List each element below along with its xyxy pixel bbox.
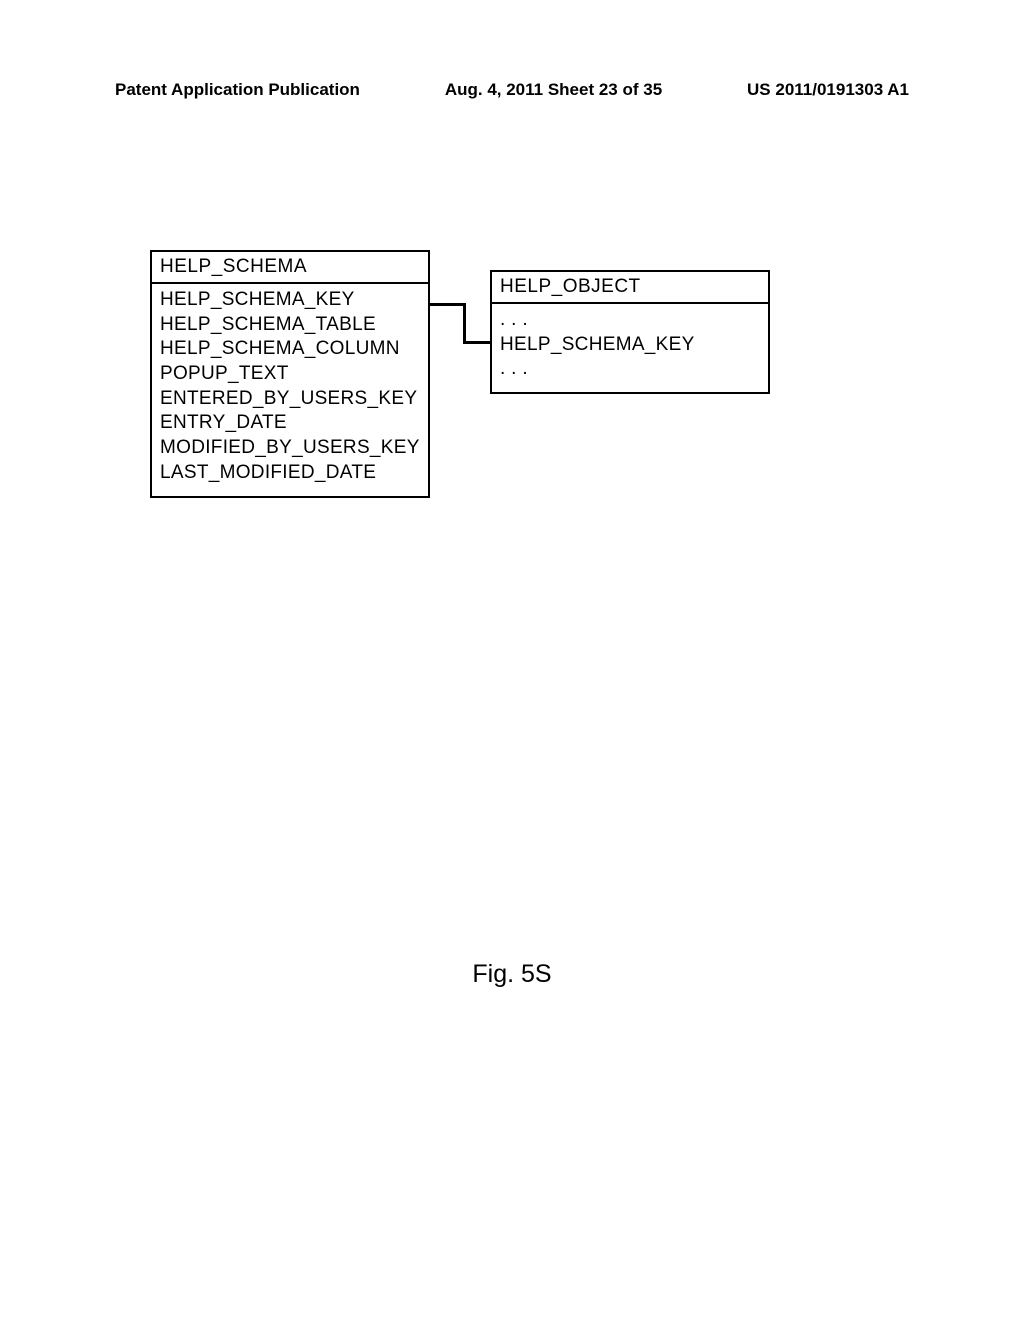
field-row: HELP_SCHEMA_TABLE bbox=[160, 313, 420, 338]
field-row: MODIFIED_BY_USERS_KEY bbox=[160, 436, 420, 461]
connector-segment bbox=[463, 303, 466, 343]
field-row: . . . bbox=[500, 357, 760, 382]
entity-title: HELP_SCHEMA bbox=[152, 252, 428, 284]
entity-fields: HELP_SCHEMA_KEY HELP_SCHEMA_TABLE HELP_S… bbox=[152, 284, 428, 496]
entity-title: HELP_OBJECT bbox=[492, 272, 768, 304]
field-row: HELP_SCHEMA_COLUMN bbox=[160, 337, 420, 362]
connector-segment bbox=[463, 341, 490, 344]
entity-help-schema: HELP_SCHEMA HELP_SCHEMA_KEY HELP_SCHEMA_… bbox=[150, 250, 430, 498]
entity-help-object: HELP_OBJECT . . . HELP_SCHEMA_KEY . . . bbox=[490, 270, 770, 394]
field-row: POPUP_TEXT bbox=[160, 362, 420, 387]
header-publication-number: US 2011/0191303 A1 bbox=[747, 80, 909, 100]
entity-fields: . . . HELP_SCHEMA_KEY . . . bbox=[492, 304, 768, 392]
connector-segment bbox=[430, 303, 465, 306]
figure-label: Fig. 5S bbox=[0, 960, 1024, 989]
field-row: ENTRY_DATE bbox=[160, 411, 420, 436]
header-date-sheet: Aug. 4, 2011 Sheet 23 of 35 bbox=[445, 80, 662, 100]
field-row: HELP_SCHEMA_KEY bbox=[500, 333, 760, 358]
field-row: ENTERED_BY_USERS_KEY bbox=[160, 387, 420, 412]
field-row: HELP_SCHEMA_KEY bbox=[160, 288, 420, 313]
header-publication-type: Patent Application Publication bbox=[115, 80, 360, 100]
field-row: LAST_MODIFIED_DATE bbox=[160, 461, 420, 486]
field-row: . . . bbox=[500, 308, 760, 333]
page-header: Patent Application Publication Aug. 4, 2… bbox=[0, 80, 1024, 100]
